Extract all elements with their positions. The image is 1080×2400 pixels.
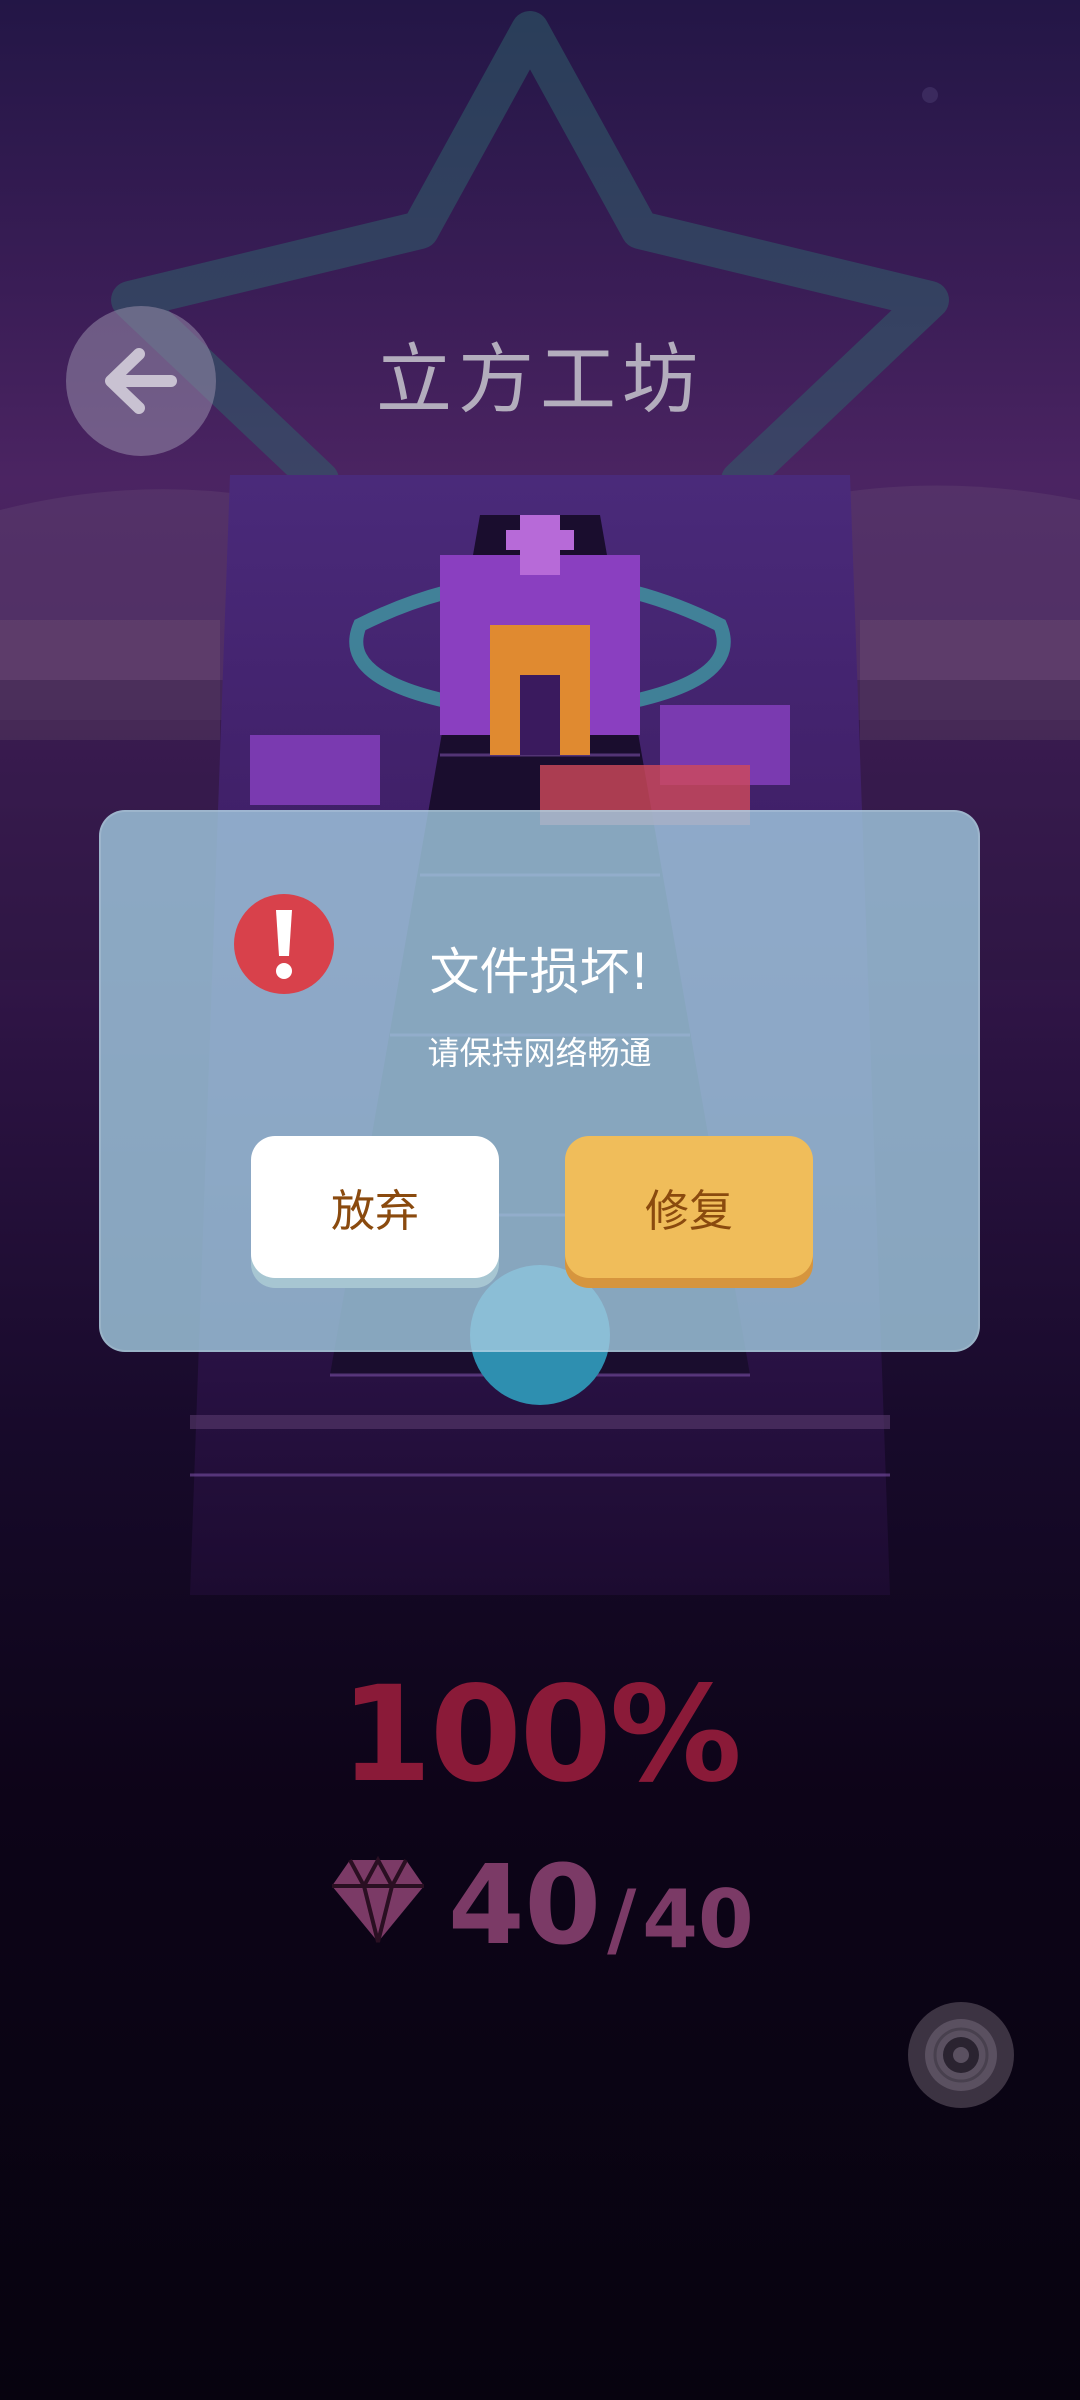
repair-button[interactable]: 修复 bbox=[565, 1136, 813, 1278]
diamond-icon bbox=[332, 1856, 424, 1943]
disc-icon bbox=[925, 2019, 997, 2091]
file-corrupted-dialog: 文件损坏! 请保持网络畅通 放弃 修复 bbox=[99, 810, 980, 1352]
music-disc-button[interactable] bbox=[908, 2002, 1014, 2108]
gems-counter: 40 / 40 bbox=[330, 1840, 754, 1960]
gems-total: 40 bbox=[642, 1873, 754, 1966]
gems-collected: 40 bbox=[448, 1841, 602, 1969]
dialog-message: 请保持网络畅通 bbox=[427, 1034, 652, 1072]
completion-percent: 100% bbox=[340, 1658, 742, 1812]
gems-separator: / bbox=[607, 1873, 637, 1966]
abandon-button[interactable]: 放弃 bbox=[251, 1136, 499, 1278]
dialog-title: 文件损坏! bbox=[429, 943, 650, 1001]
page-title: 立方工坊 bbox=[376, 335, 704, 424]
